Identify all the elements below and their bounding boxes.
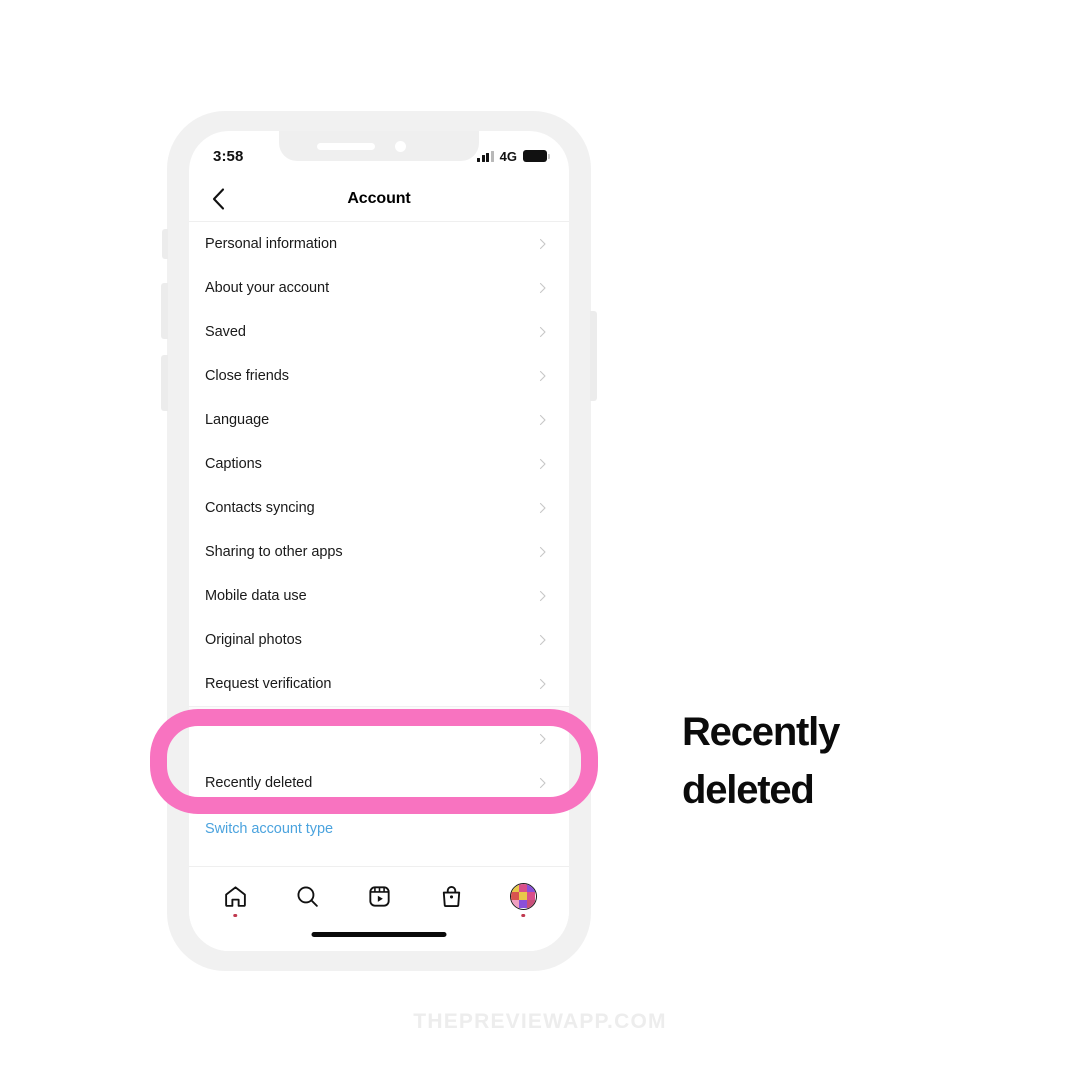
list-section-divider	[189, 706, 569, 717]
settings-list: Personal information About your account …	[189, 222, 569, 805]
tab-bar	[189, 866, 569, 951]
shop-bag-icon	[442, 885, 460, 907]
mute-switch-button[interactable]	[162, 229, 168, 259]
front-camera-icon	[395, 141, 406, 152]
list-item-label: Original photos	[205, 632, 302, 648]
list-item-label: Close friends	[205, 368, 289, 384]
list-item[interactable]: Personal information	[189, 222, 569, 266]
avatar-grid-cell	[518, 891, 528, 901]
avatar-grid-cell	[518, 883, 528, 892]
list-item[interactable]: Mobile data use	[189, 574, 569, 618]
chevron-left-icon	[212, 188, 224, 210]
tab-reels[interactable]	[359, 876, 399, 916]
list-item-label: Saved	[205, 324, 246, 340]
switch-account-type-row[interactable]: Switch account type	[189, 805, 569, 851]
profile-avatar-icon[interactable]	[509, 882, 537, 910]
battery-tip	[548, 153, 550, 159]
list-item-label: Request verification	[205, 676, 332, 692]
list-item[interactable]: Close friends	[189, 354, 569, 398]
list-item[interactable]: Sharing to other apps	[189, 530, 569, 574]
annotation-line-1: Recently	[682, 710, 840, 754]
phone-screen: 3:58 4G Account Personal information Abo…	[189, 131, 569, 951]
avatar-grid-cell	[527, 883, 536, 892]
watermark: THEPREVIEWAPP.COM	[413, 1010, 667, 1033]
list-item[interactable]: Language	[189, 398, 569, 442]
list-item[interactable]: About your account	[189, 266, 569, 310]
chevron-right-icon	[537, 777, 549, 789]
list-item[interactable]: Saved	[189, 310, 569, 354]
phone-frame: 3:58 4G Account Personal information Abo…	[161, 111, 597, 971]
volume-down-button[interactable]	[161, 355, 168, 411]
chevron-right-icon	[537, 238, 549, 250]
chevron-right-icon	[537, 414, 549, 426]
signal-bars-icon	[477, 150, 494, 162]
list-item-label: Captions	[205, 456, 262, 472]
chevron-right-icon	[537, 590, 549, 602]
list-item-label: Sharing to other apps	[205, 544, 343, 560]
list-item-label: Recently deleted	[205, 775, 313, 791]
list-item[interactable]: Original photos	[189, 618, 569, 662]
search-icon	[297, 886, 318, 907]
list-item-recently-deleted[interactable]: Recently deleted	[189, 761, 569, 805]
tab-profile-dot	[521, 913, 525, 917]
avatar-grid-cell	[527, 891, 536, 901]
list-item-label: Mobile data use	[205, 588, 307, 604]
chevron-right-icon	[537, 546, 549, 558]
volume-up-button[interactable]	[161, 283, 168, 339]
back-button[interactable]	[205, 186, 231, 212]
list-item[interactable]: Captions	[189, 442, 569, 486]
chevron-right-icon	[537, 370, 549, 382]
tab-home[interactable]	[215, 876, 255, 917]
list-item-label: Contacts syncing	[205, 500, 315, 516]
earpiece-speaker	[317, 143, 375, 150]
avatar-grid-cell	[510, 883, 519, 892]
tab-profile[interactable]	[503, 876, 543, 917]
avatar-grid-cell	[518, 900, 528, 909]
home-indicator	[311, 932, 447, 937]
tab-bar-items	[189, 867, 569, 919]
tab-home-dot	[233, 913, 237, 917]
list-item-label: Personal information	[205, 236, 337, 252]
avatar-grid-cell	[510, 900, 519, 909]
battery-full-icon	[523, 150, 550, 162]
switch-account-type-link[interactable]: Switch account type	[205, 821, 333, 837]
list-item[interactable]: Request verification	[189, 662, 569, 706]
list-item-label: About your account	[205, 280, 330, 296]
page-title: Account	[347, 190, 411, 207]
avatar-grid-cell	[527, 900, 536, 909]
phone-notch	[279, 131, 479, 161]
status-indicators: 4G	[477, 145, 550, 164]
reels-icon	[368, 885, 390, 907]
chevron-right-icon	[537, 733, 549, 745]
tab-search[interactable]	[287, 876, 327, 916]
list-item[interactable]: Contacts syncing	[189, 486, 569, 530]
power-button[interactable]	[590, 311, 597, 401]
list-item-obscured[interactable]	[189, 717, 569, 761]
network-type-label: 4G	[499, 148, 517, 164]
chevron-right-icon	[537, 678, 549, 690]
list-item-label: Language	[205, 412, 270, 428]
chevron-right-icon	[537, 326, 549, 338]
nav-header: Account	[189, 177, 569, 222]
status-time: 3:58	[213, 147, 244, 165]
chevron-right-icon	[537, 634, 549, 646]
chevron-right-icon	[537, 502, 549, 514]
annotation-line-2: deleted	[682, 768, 815, 812]
chevron-right-icon	[537, 282, 549, 294]
avatar-grid-cell	[510, 891, 519, 901]
home-icon	[224, 885, 246, 907]
tab-shop[interactable]	[431, 876, 471, 916]
chevron-right-icon	[537, 458, 549, 470]
annotation-text: Recently deleted	[682, 703, 1002, 819]
